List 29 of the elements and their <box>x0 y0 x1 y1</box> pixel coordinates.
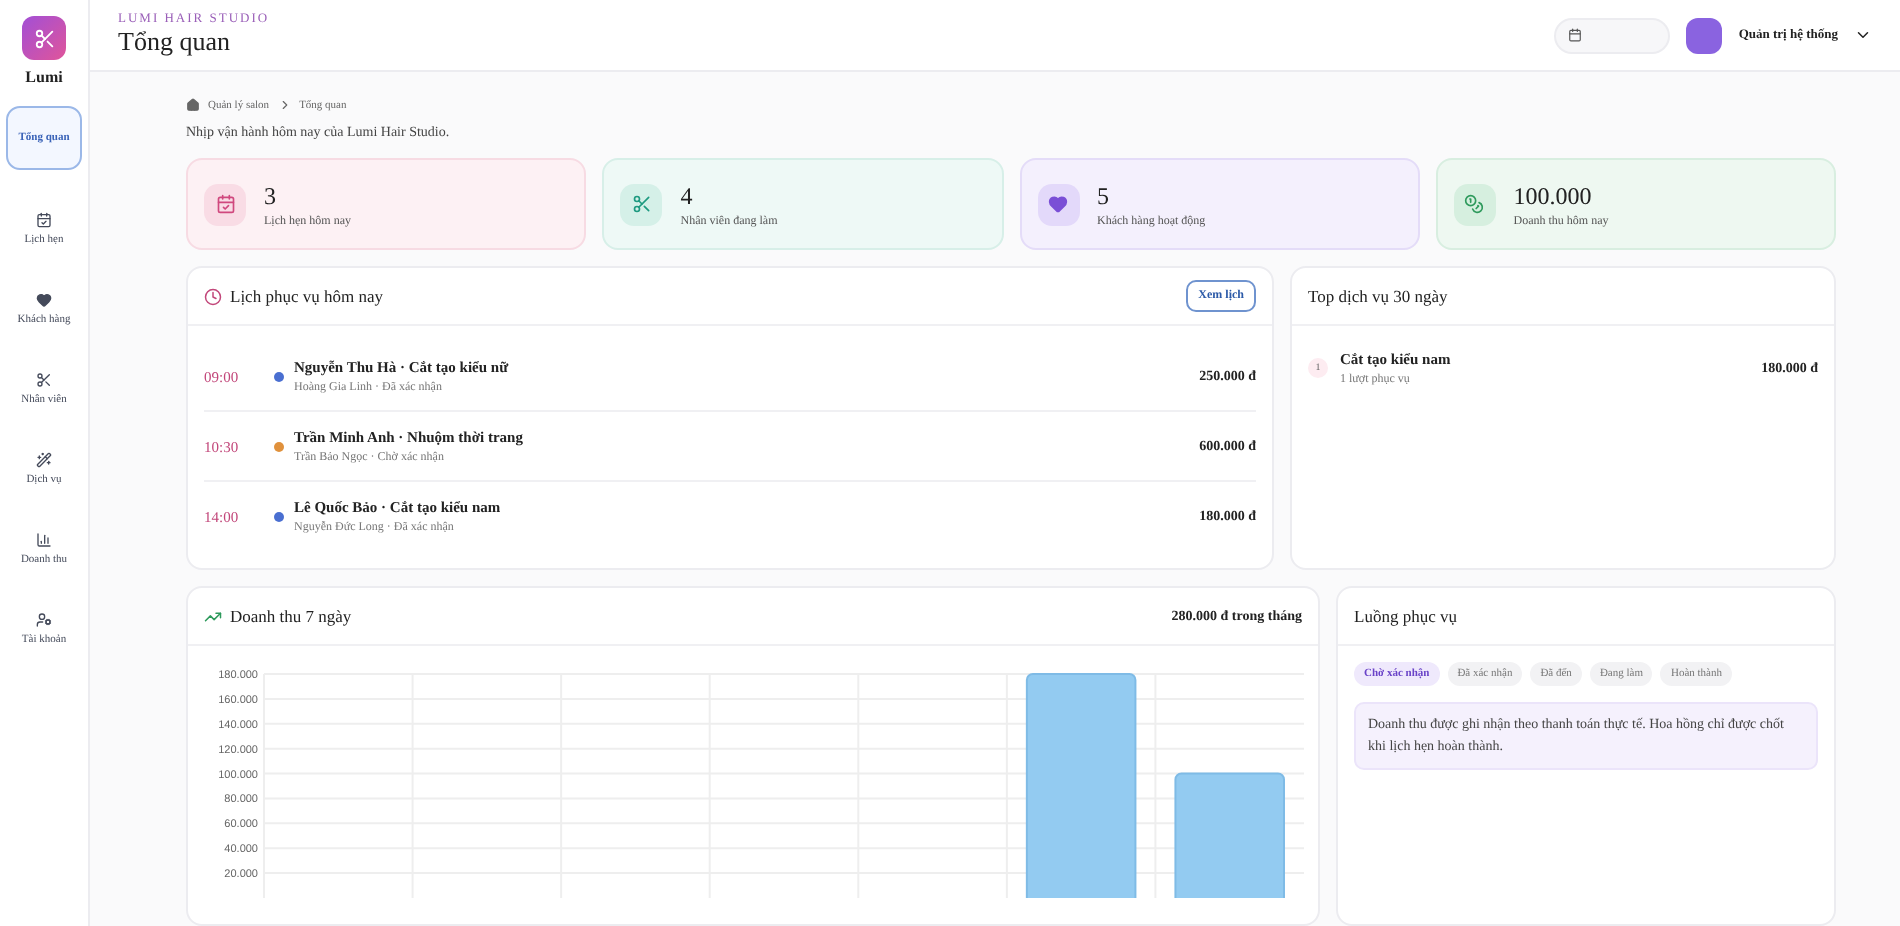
revenue-bar <box>1174 772 1285 898</box>
calendar-icon <box>1568 28 1583 42</box>
stat-icon <box>620 183 663 225</box>
stat-icon <box>204 183 246 225</box>
stat-value: 4 <box>680 181 695 211</box>
card-title: Top dịch vụ 30 ngày <box>1308 286 1448 306</box>
magic-wand-icon <box>36 451 52 467</box>
stat-icon <box>1037 183 1079 225</box>
stat-value: 3 <box>264 181 278 211</box>
home-icon <box>186 98 200 112</box>
scissors-icon <box>36 371 52 387</box>
card-title: Luồng phục vụ <box>1354 606 1457 626</box>
stat-value: 100.000 <box>1513 181 1594 211</box>
chevron-down-icon[interactable] <box>1854 26 1872 44</box>
heart-icon <box>36 291 52 307</box>
card-title: Doanh thu 7 ngày <box>230 606 352 626</box>
chevron-right-icon <box>277 98 292 112</box>
brand-name: Lumi <box>25 68 63 86</box>
card-title: Lịch phục vụ hôm nay <box>230 286 383 306</box>
bar-chart-icon <box>36 531 52 547</box>
logo-icon <box>22 16 66 60</box>
page-title: Tổng quan <box>118 26 232 58</box>
stat-value: 5 <box>1097 181 1111 211</box>
stat-icon <box>1453 183 1496 225</box>
user-gear-icon <box>36 611 52 627</box>
trend-icon <box>204 607 222 625</box>
avatar <box>1686 17 1723 53</box>
clock-icon <box>204 287 222 305</box>
calendar-icon <box>36 211 52 227</box>
